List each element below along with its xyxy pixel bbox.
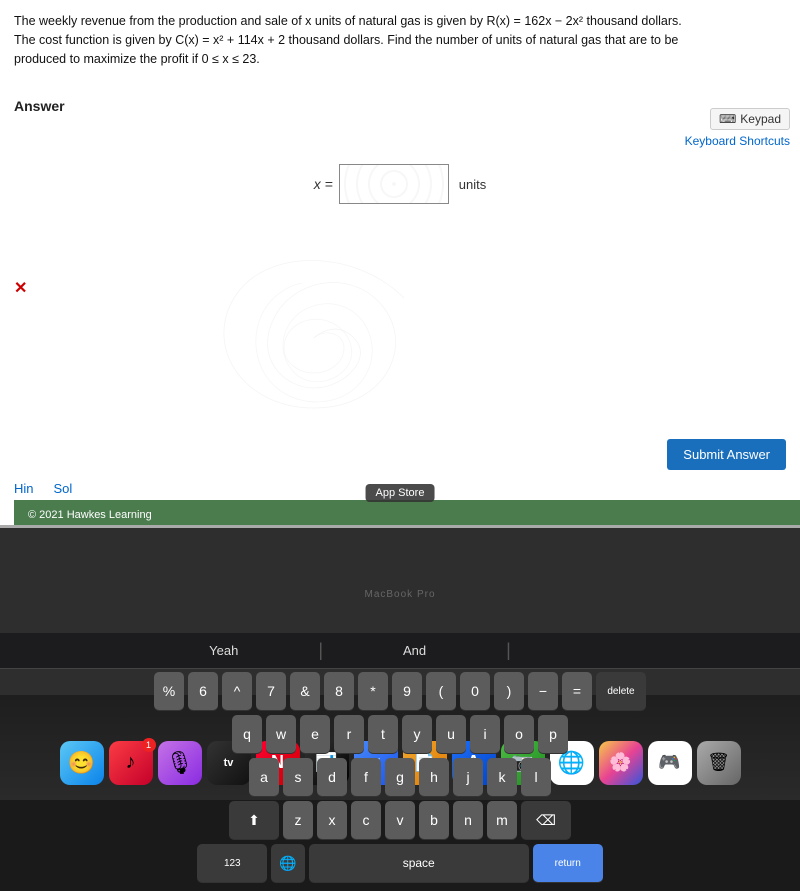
key-u[interactable]: u xyxy=(436,715,466,753)
key-d[interactable]: d xyxy=(317,758,347,796)
answer-section: Answer ✕ x = units xyxy=(14,88,786,204)
key-w[interactable]: w xyxy=(266,715,296,753)
key-x[interactable]: x xyxy=(317,801,347,839)
key-percent[interactable]: % xyxy=(154,672,184,710)
key-return[interactable]: return xyxy=(533,844,603,882)
app-store-tooltip: App Store xyxy=(366,484,435,502)
key-e[interactable]: e xyxy=(300,715,330,753)
key-q[interactable]: q xyxy=(232,715,262,753)
question-text: The weekly revenue from the production a… xyxy=(14,12,786,68)
answer-label: Answer xyxy=(14,98,786,114)
keyboard-suggestion-bar: Yeah | And | xyxy=(0,633,800,669)
key-m[interactable]: m xyxy=(487,801,517,839)
laptop-body: MacBook Pro 😊 ♪ 1 🎙 tv N xyxy=(0,528,800,800)
key-space[interactable]: space xyxy=(309,844,529,882)
key-i[interactable]: i xyxy=(470,715,500,753)
key-row-zxcv: ⬆ z x c v b n m ⌫ xyxy=(8,801,792,839)
key-openparen[interactable]: ( xyxy=(426,672,456,710)
content-area: The weekly revenue from the production a… xyxy=(0,0,800,528)
key-o[interactable]: o xyxy=(504,715,534,753)
macos-title: MacBook Pro xyxy=(364,589,435,600)
key-j[interactable]: j xyxy=(453,758,483,796)
question-line2: The cost function is given by C(x) = x² … xyxy=(14,33,678,47)
key-caret[interactable]: ^ xyxy=(222,672,252,710)
key-7[interactable]: 7 xyxy=(256,672,286,710)
answer-input[interactable] xyxy=(340,165,448,203)
question-line3: produced to maximize the profit if 0 ≤ x… xyxy=(14,52,260,66)
key-z[interactable]: z xyxy=(283,801,313,839)
key-s[interactable]: s xyxy=(283,758,313,796)
key-amp[interactable]: & xyxy=(290,672,320,710)
spiral-decoration xyxy=(64,238,564,438)
key-b[interactable]: b xyxy=(419,801,449,839)
key-y[interactable]: y xyxy=(402,715,432,753)
key-8[interactable]: 8 xyxy=(324,672,354,710)
key-t[interactable]: t xyxy=(368,715,398,753)
key-globe[interactable]: 🌐 xyxy=(271,844,304,882)
copyright-text: © 2021 Hawkes Learning xyxy=(28,509,152,521)
key-closeparen[interactable]: ) xyxy=(494,672,524,710)
units-suffix: units xyxy=(459,177,486,192)
key-star[interactable]: * xyxy=(358,672,388,710)
key-backspace[interactable]: ⌫ xyxy=(521,801,571,839)
keyboard-rows: % 6 ^ 7 & 8 * 9 ( 0 ) − = delete q w e r… xyxy=(0,668,800,891)
key-g[interactable]: g xyxy=(385,758,415,796)
key-a[interactable]: a xyxy=(249,758,279,796)
suggestion-separator2: | xyxy=(506,640,511,661)
x-mark: ✕ xyxy=(14,278,27,298)
app-store-tooltip-text: App Store xyxy=(376,487,425,499)
key-9[interactable]: 9 xyxy=(392,672,422,710)
hint-link[interactable]: Hin xyxy=(14,481,34,496)
solution-label: Sol xyxy=(54,481,73,496)
question-line1: The weekly revenue from the production a… xyxy=(14,14,682,28)
suggestion-and[interactable]: And xyxy=(403,643,426,658)
key-row-numbers: % 6 ^ 7 & 8 * 9 ( 0 ) − = delete xyxy=(8,672,792,710)
answer-input-box[interactable] xyxy=(339,164,449,204)
key-equals[interactable]: = xyxy=(562,672,592,710)
key-v[interactable]: v xyxy=(385,801,415,839)
screen-wrapper: The weekly revenue from the production a… xyxy=(0,0,800,528)
key-r[interactable]: r xyxy=(334,715,364,753)
suggestion-yeah[interactable]: Yeah xyxy=(209,643,238,658)
solution-link[interactable]: Sol xyxy=(54,481,73,496)
key-l[interactable]: l xyxy=(521,758,551,796)
key-shift[interactable]: ⬆ xyxy=(229,801,279,839)
key-f[interactable]: f xyxy=(351,758,381,796)
key-row-qwerty: q w e r t y u i o p xyxy=(8,715,792,753)
submit-button[interactable]: Submit Answer xyxy=(667,439,786,470)
key-k[interactable]: k xyxy=(487,758,517,796)
key-6[interactable]: 6 xyxy=(188,672,218,710)
equation-prefix: x = xyxy=(314,176,333,192)
equation-area: x = units xyxy=(14,164,786,204)
key-row-bottom: 123 🌐 space return xyxy=(8,844,792,882)
key-0[interactable]: 0 xyxy=(460,672,490,710)
key-h[interactable]: h xyxy=(419,758,449,796)
suggestion-separator1: | xyxy=(318,640,323,661)
key-n[interactable]: n xyxy=(453,801,483,839)
key-row-asdf: a s d f g h j k l xyxy=(8,758,792,796)
key-c[interactable]: c xyxy=(351,801,381,839)
copyright-bar: © 2021 Hawkes Learning xyxy=(14,500,800,528)
key-123[interactable]: 123 xyxy=(197,844,267,882)
submit-label: Submit Answer xyxy=(683,447,770,462)
hint-label: Hin xyxy=(14,481,34,496)
key-p[interactable]: p xyxy=(538,715,568,753)
key-delete[interactable]: delete xyxy=(596,672,646,710)
key-minus[interactable]: − xyxy=(528,672,558,710)
